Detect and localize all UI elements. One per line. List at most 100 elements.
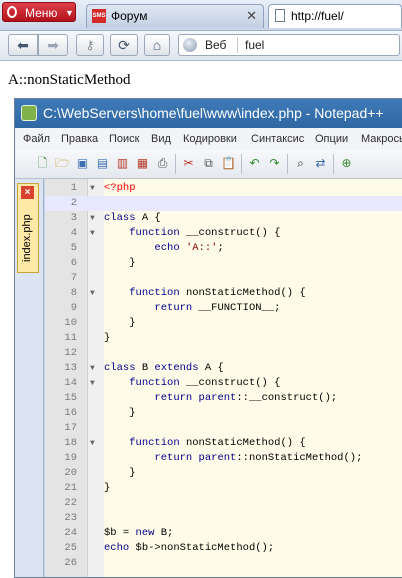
code-text: function nonStaticMethod() { (129, 287, 306, 299)
reload-button[interactable]: ⟳ (110, 34, 138, 56)
code-text: echo 'A::'; (154, 242, 224, 254)
code-text: class B extends A { (104, 362, 224, 374)
fold-toggle-icon[interactable]: ▼ (90, 211, 100, 226)
code-line[interactable]: 25 echo $b->nonStaticMethod(); (45, 541, 402, 556)
fold-toggle-icon[interactable]: ▼ (90, 376, 100, 391)
back-button[interactable]: ⬅ (8, 34, 38, 56)
fold-toggle-icon[interactable]: ▼ (90, 226, 100, 241)
line-number: 14 (64, 377, 77, 389)
line-number: 24 (64, 527, 77, 539)
code-line[interactable]: 23 (45, 511, 402, 526)
line-number: 19 (64, 452, 77, 464)
code-text: function nonStaticMethod() { (129, 437, 306, 449)
code-line[interactable]: 14 ▼ function __construct() { (45, 376, 402, 391)
menu-options[interactable]: Опции (315, 128, 348, 150)
save-all-icon[interactable]: ▤ (95, 156, 110, 171)
address-input[interactable]: fuel (245, 38, 264, 52)
code-line[interactable]: 26 (45, 556, 402, 571)
close-icon[interactable]: × (21, 186, 34, 199)
line-number: 3 (70, 212, 77, 224)
line-number: 4 (70, 227, 77, 239)
find-icon[interactable]: ⌕ (293, 156, 308, 171)
zoom-in-icon[interactable]: ⊕ (339, 156, 354, 171)
code-line[interactable]: 2 (45, 196, 402, 211)
replace-icon[interactable]: ⇄ (313, 156, 328, 171)
print-icon[interactable]: ⎙ (155, 156, 170, 171)
search-engine-label[interactable]: Веб (205, 38, 226, 52)
line-number: 18 (64, 437, 77, 449)
tab-forum-label: Форум (111, 9, 148, 23)
code-line[interactable]: 24 $b = new B; (45, 526, 402, 541)
code-line[interactable]: 18 ▼ function nonStaticMethod() { (45, 436, 402, 451)
notepadpp-titlebar[interactable]: C:\WebServers\home\fuel\www\index.php - … (15, 99, 402, 128)
code-line[interactable]: 5 echo 'A::'; (45, 241, 402, 256)
new-file-icon[interactable]: 🗋 (35, 156, 50, 171)
code-line[interactable]: 12 (45, 346, 402, 361)
line-number: 9 (70, 302, 77, 314)
close-all-icon[interactable]: ▦ (135, 156, 150, 171)
line-number: 7 (70, 272, 77, 284)
menu-file[interactable]: Файл (23, 128, 50, 150)
code-text: } (104, 467, 136, 479)
browser-menu-button[interactable]: Меню ▼ (2, 2, 76, 22)
code-editor[interactable]: 1 ▼ <?php 2 3 ▼ class A {4 ▼ function __constru… (45, 179, 402, 577)
arrow-left-icon: ⬅ (17, 37, 29, 53)
code-line[interactable]: 11} (45, 331, 402, 346)
code-line[interactable]: 1 ▼ <?php (45, 181, 402, 196)
fold-toggle-icon[interactable]: ▼ (90, 436, 100, 451)
page-output-text: A::nonStaticMethod (8, 72, 131, 88)
code-line[interactable]: 13 ▼ class B extends A { (45, 361, 402, 376)
code-text: class A { (104, 212, 161, 224)
code-text: function __construct() { (129, 227, 281, 239)
toolbar-divider (175, 154, 176, 174)
code-line[interactable]: 22 (45, 496, 402, 511)
fold-toggle-icon[interactable]: ▼ (90, 181, 100, 196)
forward-button[interactable]: ➡ (38, 34, 68, 56)
code-text: <?php (104, 182, 136, 194)
copy-icon[interactable]: ⧉ (201, 156, 216, 171)
code-line[interactable]: 8 ▼ function nonStaticMethod() { (45, 286, 402, 301)
menu-search[interactable]: Поиск (109, 128, 139, 150)
menu-edit[interactable]: Правка (61, 128, 98, 150)
toolbar-divider (333, 154, 334, 174)
code-line[interactable]: 21} (45, 481, 402, 496)
line-number: 20 (64, 467, 77, 479)
home-button[interactable]: ⌂ (144, 34, 170, 56)
code-line[interactable]: 9 return __FUNCTION__; (45, 301, 402, 316)
code-line[interactable]: 3 ▼ class A { (45, 211, 402, 226)
tab-forum[interactable]: SMS Форум ✕ (86, 4, 264, 28)
tab-index-php[interactable]: × index.php (17, 183, 39, 273)
undo-icon[interactable]: ↶ (247, 156, 262, 171)
code-line[interactable]: 15 return parent::__construct(); (45, 391, 402, 406)
code-line[interactable]: 17 (45, 421, 402, 436)
code-line[interactable]: 20 } (45, 466, 402, 481)
home-icon: ⌂ (152, 37, 162, 53)
code-line[interactable]: 6 } (45, 256, 402, 271)
tab-fuel[interactable]: http://fuel/ (268, 4, 402, 28)
toolbar-divider (287, 154, 288, 174)
code-line[interactable]: 16 } (45, 406, 402, 421)
line-number: 12 (64, 347, 77, 359)
redo-icon[interactable]: ↷ (267, 156, 282, 171)
menu-encoding[interactable]: Кодировки (183, 128, 237, 150)
fold-toggle-icon[interactable]: ▼ (90, 286, 100, 301)
wand-button[interactable]: ⚷ (76, 34, 104, 56)
fold-toggle-icon[interactable]: ▼ (90, 361, 100, 376)
close-icon[interactable]: ✕ (246, 5, 257, 27)
code-line[interactable]: 19 return parent::nonStaticMethod(); (45, 451, 402, 466)
open-file-icon[interactable]: 🗁 (55, 156, 70, 171)
save-icon[interactable]: ▣ (75, 156, 90, 171)
address-field[interactable]: Веб fuel (178, 34, 400, 56)
code-line[interactable]: 4 ▼ function __construct() { (45, 226, 402, 241)
code-line[interactable]: 10 } (45, 316, 402, 331)
code-text: } (104, 317, 136, 329)
cut-icon[interactable]: ✂ (181, 156, 196, 171)
code-line[interactable]: 7 (45, 271, 402, 286)
menu-view[interactable]: Вид (151, 128, 171, 150)
code-text: } (104, 407, 136, 419)
menu-syntax[interactable]: Синтаксис (251, 128, 304, 150)
close-file-icon[interactable]: ▥ (115, 156, 130, 171)
paste-icon[interactable]: 📋 (221, 156, 236, 171)
line-number: 11 (64, 332, 77, 344)
menu-macros[interactable]: Макросы (361, 128, 402, 150)
